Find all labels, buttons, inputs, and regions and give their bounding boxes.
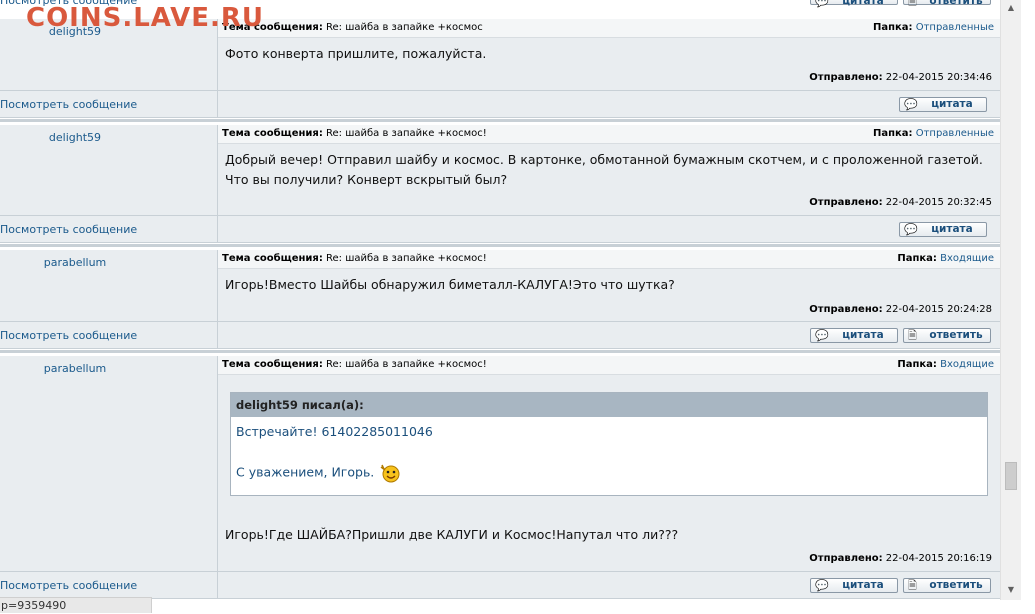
sent-timestamp: Отправлено: 22-04-2015 20:24:28: [809, 304, 992, 315]
document-icon: 🗎: [908, 579, 917, 592]
speech-bubble-icon: 💬: [904, 223, 918, 236]
quote-box: delight59 писал(а): Встречайте! 61402285…: [230, 392, 988, 496]
message-subject: Re: шайба в запайке +космос: [326, 22, 483, 33]
status-bar: p=9359490: [0, 597, 152, 613]
author-cell: delight59: [0, 125, 218, 215]
quote-button[interactable]: 💬 цитата: [810, 328, 898, 343]
speech-bubble-icon: 💬: [815, 0, 829, 8]
speech-bubble-icon: 💬: [815, 329, 829, 342]
message-list: Посмотреть сообщение 💬 цитата 🗎 ответить d…: [0, 0, 1000, 613]
view-message-link[interactable]: Посмотреть сообщение: [0, 98, 137, 111]
message-header: Тема сообщения: Re: шайба в запайке +кос…: [218, 125, 1000, 144]
message-footer: Посмотреть сообщение 💬 цитата: [0, 90, 1000, 118]
sent-timestamp: Отправлено: 22-04-2015 20:32:45: [809, 197, 992, 208]
author-cell: parabellum: [0, 250, 218, 321]
site-watermark: COINS.LAVE.RU: [26, 3, 265, 33]
message-header: Тема сообщения: Re: шайба в запайке +кос…: [218, 250, 1000, 269]
message-body: Игорь!Где ШАЙБА?Пришли две КАЛУГИ и Косм…: [225, 527, 679, 542]
smiley-icon: [380, 464, 400, 483]
message-footer: Посмотреть сообщение 💬 цитата: [0, 215, 1000, 243]
folder-link[interactable]: Отправленные: [916, 22, 994, 33]
folder-link[interactable]: Отправленные: [916, 128, 994, 139]
message-body: Игорь!Вместо Шайбы обнаружил биметалл-КА…: [225, 277, 675, 292]
message-subject: Re: шайба в запайке +космос!: [326, 359, 487, 370]
message-cell: Тема сообщения: Re: шайба в запайке +кос…: [218, 356, 1000, 571]
quote-button[interactable]: 💬 цитата: [810, 578, 898, 593]
message-cell: Тема сообщения: Re: шайба в запайке +кос…: [218, 125, 1000, 215]
view-message-link[interactable]: Посмотреть сообщение: [0, 329, 137, 342]
quote-button[interactable]: 💬 цитата: [899, 222, 987, 237]
sent-timestamp: Отправлено: 22-04-2015 20:34:46: [809, 72, 992, 83]
folder-link[interactable]: Входящие: [940, 253, 994, 264]
quote-text: Встречайте! 61402285011046: [236, 424, 433, 439]
reply-button[interactable]: 🗎 ответить: [903, 0, 991, 8]
message-subject: Re: шайба в запайке +космос!: [326, 253, 487, 264]
author-link[interactable]: delight59: [0, 125, 150, 144]
message-footer: Посмотреть сообщение 💬 цитата 🗎 ответить: [0, 571, 1000, 599]
message-cell: Тема сообщения: Re: шайба в запайке +кос…: [218, 250, 1000, 321]
scroll-up-arrow-icon[interactable]: ▲: [1006, 3, 1016, 13]
author-cell: parabellum: [0, 356, 218, 571]
author-link[interactable]: parabellum: [0, 250, 150, 269]
reply-button[interactable]: 🗎 ответить: [903, 328, 991, 343]
view-message-link[interactable]: Посмотреть сообщение: [0, 223, 137, 236]
scroll-down-arrow-icon[interactable]: ▼: [1006, 585, 1016, 595]
sent-timestamp: Отправлено: 22-04-2015 20:16:19: [809, 553, 992, 564]
quote-signature: С уважением, Игорь.: [236, 463, 402, 483]
vertical-scrollbar[interactable]: ▲ ▼: [1000, 0, 1022, 600]
message-body: Фото конверта пришлите, пожалуйста.: [225, 46, 487, 61]
message-header: Тема сообщения: Re: шайба в запайке +кос…: [218, 356, 1000, 375]
document-icon: 🗎: [908, 329, 917, 342]
speech-bubble-icon: 💬: [815, 579, 829, 592]
speech-bubble-icon: 💬: [904, 98, 918, 111]
folder-link[interactable]: Входящие: [940, 359, 994, 370]
quote-header: delight59 писал(а):: [231, 393, 987, 417]
message-body: Добрый вечер! Отправил шайбу и космос. В…: [225, 152, 983, 187]
message-cell: Тема сообщения: Re: шайба в запайке +кос…: [218, 19, 1000, 90]
scrollbar-thumb[interactable]: [1005, 462, 1017, 490]
message-header: Тема сообщения: Re: шайба в запайке +кос…: [218, 19, 1000, 38]
quote-button[interactable]: 💬 цитата: [899, 97, 987, 112]
message-footer: Посмотреть сообщение 💬 цитата 🗎 ответить: [0, 321, 1000, 349]
message-subject: Re: шайба в запайке +космос!: [326, 128, 487, 139]
author-link[interactable]: parabellum: [0, 356, 150, 375]
view-message-link[interactable]: Посмотреть сообщение: [0, 579, 137, 592]
quote-button[interactable]: 💬 цитата: [810, 0, 898, 8]
document-icon: 🗎: [908, 0, 917, 8]
reply-button[interactable]: 🗎 ответить: [903, 578, 991, 593]
